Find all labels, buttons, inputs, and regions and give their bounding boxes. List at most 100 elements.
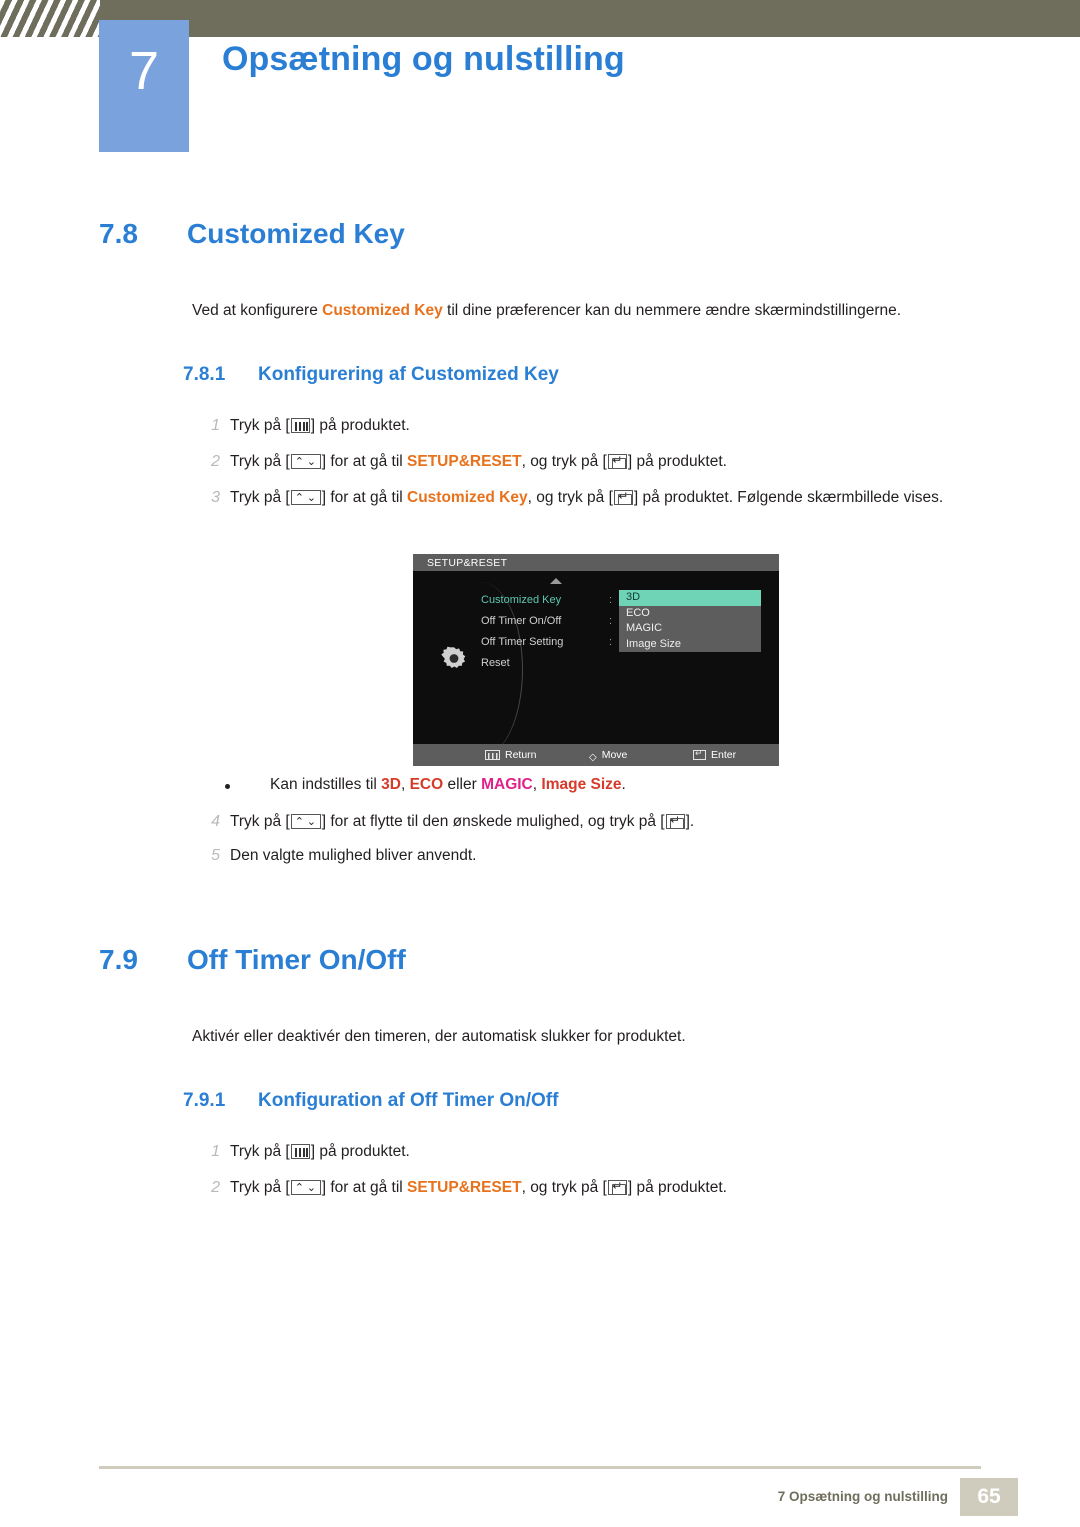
bullet-sep: , (400, 776, 410, 793)
step-text: Tryk på [⌃ ⌄] for at flytte til den ønske… (230, 810, 1022, 833)
bullet-item: Kan indstilles til 3D, ECO eller MAGIC, … (225, 776, 1030, 794)
step-highlight: Customized Key (407, 489, 528, 506)
step-text-part: ] på produktet. (310, 417, 410, 434)
return-icon (485, 750, 500, 760)
enter-key-icon (665, 814, 685, 829)
step-item: 3 Tryk på [⌃ ⌄] for at gå til Customized … (192, 486, 1022, 509)
osd-submenu-item-eco[interactable]: ECO (619, 606, 761, 622)
step-index: 4 (211, 813, 220, 830)
gear-icon (441, 646, 466, 668)
intro-highlight: Customized Key (322, 302, 443, 319)
step-text: Tryk på [⌃ ⌄] for at gå til Customized Ke… (230, 486, 1022, 509)
menu-key-icon (290, 1144, 310, 1159)
footer-divider (99, 1466, 981, 1469)
up-down-key-icon: ⌃ ⌄ (290, 1180, 321, 1195)
subsection-heading-7-8-1: 7.8.1 Konfigurering af Customized Key (183, 364, 983, 386)
osd-menu-item-off-timer-on-off[interactable]: Off Timer On/Off (481, 611, 601, 632)
subsection-number-7-8-1: 7.8.1 (183, 364, 226, 385)
step-index: 1 (211, 1143, 220, 1160)
osd-enter-label: Enter (711, 749, 737, 761)
step-text-part: ] for at gå til (321, 453, 408, 470)
step-index: 3 (211, 489, 220, 506)
step-text-part: ] på produktet. Følgende skærmbillede vi… (633, 489, 944, 506)
subsection-heading-7-9-1: 7.9.1 Konfiguration af Off Timer On/Off (183, 1090, 983, 1112)
enter-icon (693, 748, 706, 760)
step-text: Den valgte mulighed bliver anvendt. (230, 847, 477, 864)
menu-key-icon (290, 418, 310, 433)
bullet-prefix: Kan indstilles til (270, 776, 382, 793)
intro-paragraph-7-8: Ved at konfigurere Customized Key til di… (192, 300, 1012, 322)
step-text: Tryk på [⌃ ⌄] for at gå til SETUP&RESET, … (230, 450, 1022, 473)
section-title-7-8: Customized Key (187, 218, 405, 249)
page-content: 7.8 Customized Key Ved at konfigurere Cus… (0, 0, 1080, 1527)
step-text: Tryk på [ ] på produktet. (230, 414, 1022, 437)
osd-colon: : (609, 615, 613, 627)
step-text-part: ] for at flytte til den ønskede mulighed… (321, 813, 665, 830)
osd-colon-column: : : : (609, 590, 619, 674)
subsection-title-7-9-1: Konfiguration af Off Timer On/Off (258, 1090, 559, 1111)
enter-key-icon (607, 1180, 627, 1195)
intro-paragraph-7-9: Aktivér eller deaktivér den timeren, der… (192, 1028, 686, 1045)
bullet-option-eco: ECO (409, 776, 444, 793)
step-item: 5 Den valgte mulighed bliver anvendt. (192, 844, 1022, 867)
step-item: 1 Tryk på [ ] på produktet. (192, 414, 1022, 437)
step-text-part: , og tryk på [ (521, 1179, 607, 1196)
osd-submenu-panel: 3D ECO MAGIC Image Size (619, 590, 761, 652)
step-text-part: Tryk på [ (230, 813, 290, 830)
step-highlight: SETUP&RESET (407, 1179, 522, 1196)
bullet-option-3d: 3D (381, 776, 401, 793)
osd-submenu-item-image-size[interactable]: Image Size (619, 637, 761, 653)
step-text-part: , og tryk på [ (521, 453, 607, 470)
page-number-badge: 65 (960, 1478, 1018, 1516)
footer-chapter-label: 7 Opsætning og nulstilling (777, 1489, 948, 1504)
osd-colon: : (609, 636, 613, 648)
step-text-part: ] for at gå til (321, 489, 408, 506)
step-item: 2 Tryk på [⌃ ⌄] for at gå til SETUP&RESET… (192, 450, 1022, 473)
osd-colon: : (609, 594, 613, 606)
osd-menu-list: Customized Key Off Timer On/Off Off Time… (481, 590, 601, 674)
section-title-7-9: Off Timer On/Off (187, 944, 406, 975)
section-number-7-8: 7.8 (99, 218, 138, 249)
step-text-part: ] på produktet. (310, 1143, 410, 1160)
enter-key-icon (613, 490, 633, 505)
step-text-part: Tryk på [ (230, 1179, 290, 1196)
move-diamond-icon: ◇ (589, 752, 597, 763)
bullet-text: Kan indstilles til 3D, ECO eller MAGIC, … (270, 776, 1030, 794)
osd-submenu-item-magic[interactable]: MAGIC (619, 621, 761, 637)
step-text-part: Tryk på [ (230, 417, 290, 434)
up-down-key-icon: ⌃ ⌄ (290, 490, 321, 505)
osd-title: SETUP&RESET (413, 554, 779, 571)
document-page: 7 Opsætning og nulstilling 7.8 Customized… (0, 0, 1080, 1527)
bullet-sep: eller (443, 776, 482, 793)
step-item: 4 Tryk på [⌃ ⌄] for at flytte til den øns… (192, 810, 1022, 833)
osd-submenu-item-3d[interactable]: 3D (619, 590, 761, 606)
bullet-dot (225, 784, 230, 789)
enter-key-icon (607, 454, 627, 469)
step-text-part: Tryk på [ (230, 453, 290, 470)
up-down-key-icon: ⌃ ⌄ (290, 814, 321, 829)
step-text-part: Tryk på [ (230, 489, 290, 506)
osd-move-action: ◇ Move (589, 749, 627, 763)
step-text-part: ] på produktet. (627, 1179, 727, 1196)
osd-colon (609, 653, 619, 674)
osd-scroll-up-caret (550, 578, 562, 584)
section-heading-7-9: 7.9 Off Timer On/Off (99, 944, 959, 976)
step-text-part: , og tryk på [ (527, 489, 613, 506)
step-index: 2 (211, 453, 220, 470)
osd-menu-item-off-timer-setting[interactable]: Off Timer Setting (481, 632, 601, 653)
osd-menu-item-reset[interactable]: Reset (481, 653, 601, 674)
osd-menu-item-customized-key[interactable]: Customized Key (481, 590, 601, 611)
step-text: Tryk på [] på produktet. (230, 1140, 1022, 1163)
step-index: 2 (211, 1179, 220, 1196)
section-number-7-9: 7.9 (99, 944, 138, 975)
step-text-part: ] for at gå til (321, 1179, 408, 1196)
step-text-part: ]. (685, 813, 695, 830)
osd-return-label: Return (505, 749, 537, 761)
osd-move-label: Move (601, 749, 628, 761)
step-index: 1 (211, 417, 220, 434)
bullet-option-image-size: Image Size (541, 776, 622, 793)
bullet-suffix: . (621, 776, 626, 793)
bullet-option-magic: MAGIC (481, 776, 533, 793)
step-index: 5 (211, 847, 220, 864)
step-item: 1 Tryk på [] på produktet. (192, 1140, 1022, 1163)
